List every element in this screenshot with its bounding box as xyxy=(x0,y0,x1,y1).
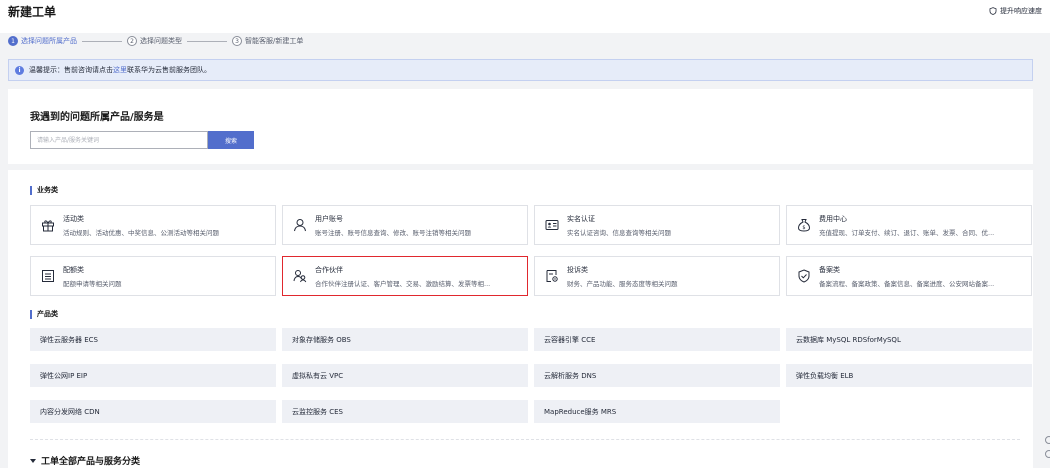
search-button[interactable]: 搜索 xyxy=(208,131,254,149)
biz-name: 实名认证 xyxy=(567,214,595,223)
biz-name: 配额类 xyxy=(63,265,84,274)
notice-text: 温馨提示：售前咨询请点击这里联系华为云售前服务团队。 xyxy=(29,65,211,75)
search-input[interactable] xyxy=(30,131,208,149)
biz-item-complaint[interactable]: 投诉类 财务、产品功能、服务态度等相关问题 xyxy=(534,256,780,296)
list-icon xyxy=(42,270,54,282)
divider xyxy=(30,439,1020,440)
help-icon[interactable] xyxy=(1045,450,1050,458)
product-item[interactable]: 弹性云服务器 ECS xyxy=(30,328,276,351)
product-item[interactable]: 云容器引擎 CCE xyxy=(534,328,780,351)
product-item[interactable]: 弹性公网IP EIP xyxy=(30,364,276,387)
biz-desc: 活动规则、活动优惠、中奖信息、公测活动等相关问题 xyxy=(63,228,219,237)
presales-link[interactable]: 这里 xyxy=(113,66,127,74)
product-item[interactable]: 云数据库 MySQL RDSforMySQL xyxy=(786,328,1032,351)
product-item[interactable]: 弹性负载均衡 ELB xyxy=(786,364,1032,387)
floating-tools xyxy=(1042,430,1050,468)
product-item[interactable]: 对象存储服务 OBS xyxy=(282,328,528,351)
chevron-down-icon xyxy=(30,458,36,463)
all-products-toggle[interactable]: 工单全部产品与服务分类 xyxy=(30,454,140,467)
biz-name: 投诉类 xyxy=(567,265,588,274)
step-3-number: 3 xyxy=(232,36,242,46)
product-item[interactable]: MapReduce服务 MRS xyxy=(534,400,780,423)
step-3-label: 智能客服/新建工单 xyxy=(245,37,304,45)
biz-desc: 备案流程、备案政策、备案信息、备案进度、公安网站备案... xyxy=(819,279,995,288)
gift-icon xyxy=(42,220,54,232)
biz-item-partner[interactable]: 合作伙伴 合作伙伴注册认证、客户管理、交易、激励结算、发票等相... xyxy=(282,256,528,296)
biz-item-billing[interactable]: $ 费用中心 充值提现、订单支付、续订、退订、账单、发票、合同、优... xyxy=(786,205,1032,245)
biz-desc: 配额申请等相关问题 xyxy=(63,279,122,288)
step-connector xyxy=(82,40,122,42)
biz-item-realname[interactable]: 实名认证 实名认证咨询、信息查询等相关问题 xyxy=(534,205,780,245)
biz-item-filing[interactable]: 备案类 备案流程、备案政策、备案信息、备案进度、公安网站备案... xyxy=(786,256,1032,296)
biz-name: 用户账号 xyxy=(315,214,343,223)
search-title: 我遇到的问题所属产品/服务是 xyxy=(30,112,164,123)
product-item[interactable]: 内容分发网络 CDN xyxy=(30,400,276,423)
support-icon[interactable] xyxy=(1045,436,1050,444)
step-1-number: 1 xyxy=(8,36,18,46)
product-item[interactable]: 云监控服务 CES xyxy=(282,400,528,423)
product-section-label: 产品类 xyxy=(30,309,58,319)
biz-item-activity[interactable]: 活动类 活动规则、活动优惠、中奖信息、公测活动等相关问题 xyxy=(30,205,276,245)
biz-item-quota[interactable]: 配额类 配额申请等相关问题 xyxy=(30,256,276,296)
shield-check-icon xyxy=(798,269,810,283)
notice-prefix: 温馨提示：售前咨询请点击 xyxy=(29,66,113,74)
biz-desc: 合作伙伴注册认证、客户管理、交易、激励结算、发票等相... xyxy=(315,279,491,288)
biz-name: 费用中心 xyxy=(819,214,847,223)
product-item[interactable]: 虚拟私有云 VPC xyxy=(282,364,528,387)
user-icon xyxy=(294,219,306,232)
complaint-icon xyxy=(546,270,558,282)
step-indicator: 1 选择问题所属产品 2 选择问题类型 3 智能客服/新建工单 xyxy=(8,35,303,47)
step-connector xyxy=(187,40,227,42)
step-2-number: 2 xyxy=(127,36,137,46)
biz-desc: 实名认证咨询、信息查询等相关问题 xyxy=(567,228,671,237)
svg-text:$: $ xyxy=(802,225,805,231)
all-products-label: 工单全部产品与服务分类 xyxy=(41,457,141,467)
improve-speed-label: 提升响应速度 xyxy=(1000,7,1042,15)
step-3: 3 智能客服/新建工单 xyxy=(232,36,303,46)
category-card: 业务类 活动类 活动规则、活动优惠、中奖信息、公测活动等相关问题 用户账号 账号… xyxy=(8,170,1033,468)
biz-name: 合作伙伴 xyxy=(315,265,343,274)
biz-desc: 账号注册、账号信息查询、修改、账号注销等相关问题 xyxy=(315,228,471,237)
partner-icon xyxy=(293,270,307,283)
shield-icon xyxy=(989,7,997,15)
notice-banner: i 温馨提示：售前咨询请点击这里联系华为云售前服务团队。 xyxy=(8,59,1033,81)
step-2-label: 选择问题类型 xyxy=(140,37,182,45)
biz-desc: 财务、产品功能、服务态度等相关问题 xyxy=(567,279,678,288)
info-icon: i xyxy=(15,65,24,75)
biz-item-account[interactable]: 用户账号 账号注册、账号信息查询、修改、账号注销等相关问题 xyxy=(282,205,528,245)
step-2: 2 选择问题类型 xyxy=(127,36,182,46)
biz-name: 备案类 xyxy=(819,265,840,274)
id-card-icon xyxy=(545,220,559,230)
step-1-label: 选择问题所属产品 xyxy=(21,37,77,45)
page-title: 新建工单 xyxy=(8,5,57,19)
notice-suffix: 联系华为云售前服务团队。 xyxy=(127,66,211,74)
biz-desc: 充值提现、订单支付、续订、退订、账单、发票、合同、优... xyxy=(819,228,995,237)
search-card: 我遇到的问题所属产品/服务是 搜索 xyxy=(8,89,1033,164)
title-bar: 新建工单 提升响应速度 xyxy=(0,0,1050,33)
step-1: 1 选择问题所属产品 xyxy=(8,36,77,46)
business-section-label: 业务类 xyxy=(30,185,58,195)
money-bag-icon: $ xyxy=(797,219,811,232)
biz-name: 活动类 xyxy=(63,214,84,223)
improve-speed-link[interactable]: 提升响应速度 xyxy=(989,6,1042,16)
product-item[interactable]: 云解析服务 DNS xyxy=(534,364,780,387)
